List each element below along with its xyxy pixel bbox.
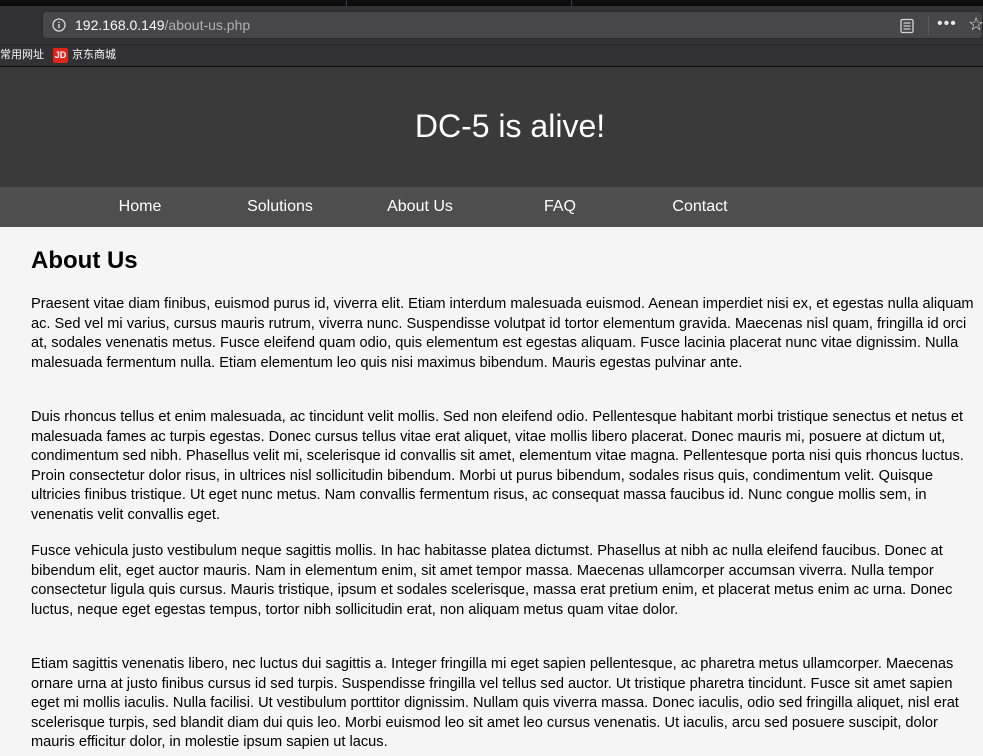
bookmark-common-sites[interactable]: 常用网址 — [0, 48, 44, 62]
bookmark-jd[interactable]: 京东商城 — [72, 48, 116, 62]
site-title: DC-5 is alive! — [414, 108, 606, 144]
page-heading: About Us — [31, 247, 138, 274]
bookmarks-toolbar: 常用网址 JD 京东商城 — [0, 44, 983, 66]
address-bar[interactable]: 192.168.0.149/about-us.php ••• ☆ — [42, 11, 983, 39]
url-host: 192.168.0.149 — [75, 17, 165, 33]
jd-logo-icon: JD — [53, 48, 68, 63]
nav-faq[interactable]: FAQ — [490, 198, 630, 216]
browser-toolbar: 192.168.0.149/about-us.php ••• ☆ — [0, 6, 983, 44]
site-header: DC-5 is alive! — [0, 67, 983, 187]
url-text[interactable]: 192.168.0.149/about-us.php — [75, 17, 250, 33]
paragraph: Praesent vitae diam finibus, euismod pur… — [31, 296, 974, 371]
nav-about-us[interactable]: About Us — [350, 198, 490, 216]
main-nav: Home Solutions About Us FAQ Contact — [0, 187, 983, 227]
nav-contact[interactable]: Contact — [630, 198, 770, 216]
url-path: /about-us.php — [164, 17, 251, 33]
nav-solutions[interactable]: Solutions — [210, 198, 350, 216]
nav-home[interactable]: Home — [70, 198, 210, 216]
paragraph: Fusce vehicula justo vestibulum neque sa… — [31, 543, 953, 618]
paragraph: Etiam sagittis venenatis libero, nec luc… — [31, 656, 959, 751]
main-content: About Us Praesent vitae diam finibus, eu… — [0, 227, 983, 756]
bookmark-star-icon[interactable]: ☆ — [968, 15, 983, 33]
paragraph: Duis rhoncus tellus et enim malesuada, a… — [31, 409, 964, 523]
info-icon[interactable] — [52, 18, 66, 32]
urlbar-separator — [928, 17, 929, 35]
reader-view-icon[interactable] — [899, 18, 915, 34]
page-actions-more-icon[interactable]: ••• — [937, 16, 959, 36]
